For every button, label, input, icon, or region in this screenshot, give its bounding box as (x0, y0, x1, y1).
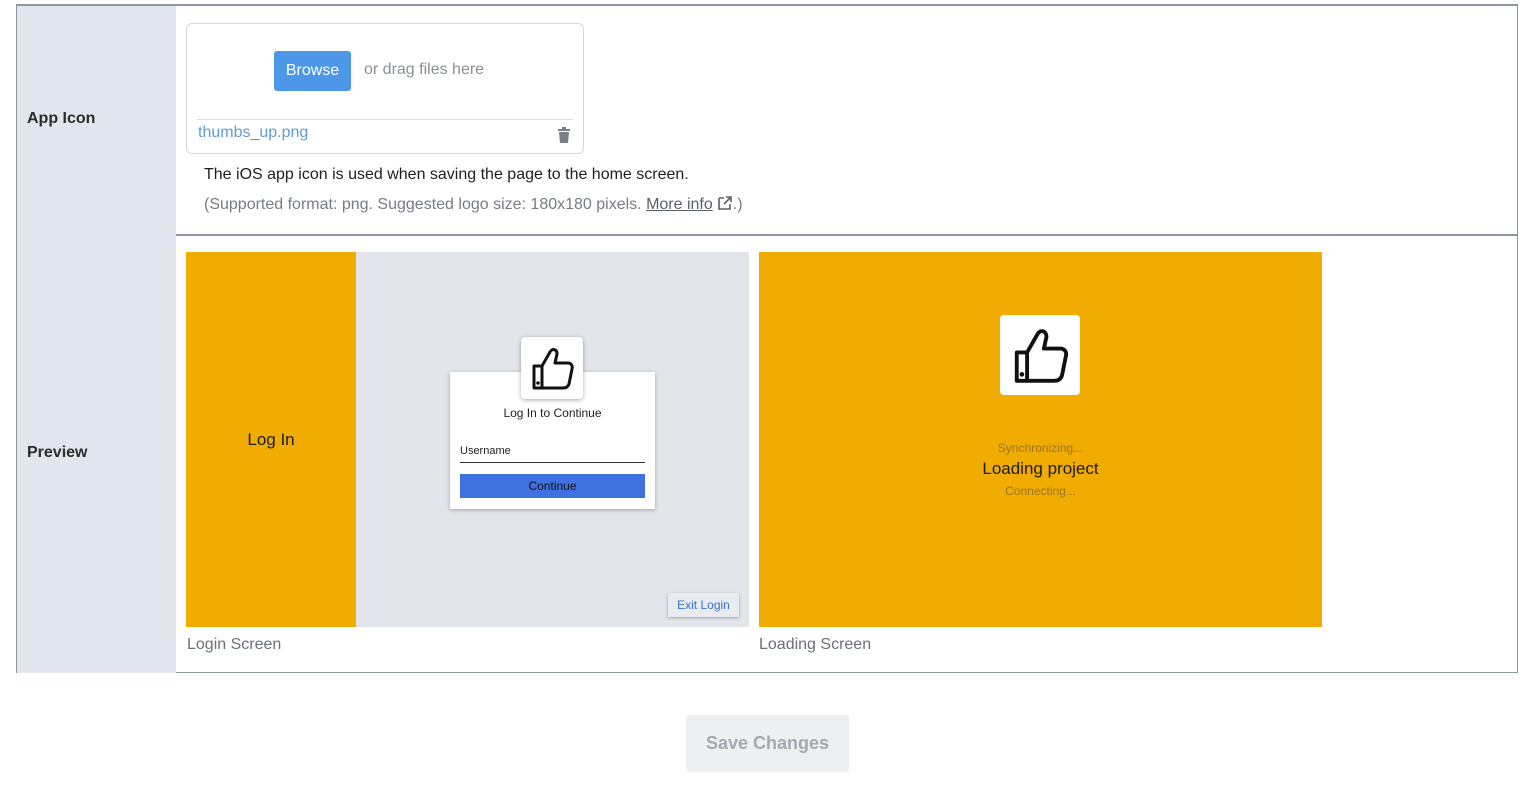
loading-project-title: Loading project (759, 459, 1322, 479)
login-screen-preview: Log In Log In to Continue Username Conti… (186, 252, 749, 627)
format-note-prefix: (Supported format: png. Suggested logo s… (204, 196, 646, 213)
app-icon-format-note: (Supported format: png. Suggested logo s… (204, 195, 743, 214)
login-screen-caption: Login Screen (187, 636, 281, 654)
format-note-suffix: .) (733, 196, 743, 213)
upload-divider (197, 119, 573, 120)
exit-login-button: Exit Login (668, 593, 739, 617)
login-card-title: Log In to Continue (450, 406, 655, 420)
trash-icon[interactable] (557, 127, 571, 143)
continue-button: Continue (460, 474, 645, 498)
loading-screen-preview: Synchronizing... Loading project Connect… (759, 252, 1322, 627)
drag-files-hint: or drag files here (364, 61, 484, 79)
loading-app-logo (1000, 315, 1080, 395)
connecting-text: Connecting... (759, 484, 1322, 498)
file-upload-dropzone[interactable]: Browse or drag files here thumbs_up.png (186, 23, 584, 154)
preview-row: Preview Log In Log In to Continue Userna… (17, 234, 1517, 673)
app-icon-label-cell: App Icon (17, 6, 176, 234)
external-link-icon[interactable] (717, 195, 733, 211)
save-changes-button[interactable]: Save Changes (686, 715, 849, 772)
preview-label-cell: Preview (17, 234, 176, 673)
settings-table: App Icon Browse or drag files here thumb… (16, 4, 1518, 673)
preview-label: Preview (27, 444, 87, 462)
login-side-title: Log In (186, 430, 356, 450)
uploaded-file-link[interactable]: thumbs_up.png (198, 124, 308, 142)
username-field-underline (460, 462, 645, 463)
loading-screen-caption: Loading Screen (759, 636, 871, 654)
username-field-label: Username (460, 445, 511, 457)
thumbs-up-icon (1009, 324, 1071, 386)
login-side-panel: Log In (186, 252, 356, 627)
app-icon-help-text: The iOS app icon is used when saving the… (204, 166, 689, 184)
app-icon-label: App Icon (27, 110, 95, 128)
browse-button[interactable]: Browse (274, 51, 351, 91)
synchronizing-text: Synchronizing... (759, 441, 1322, 455)
more-info-link[interactable]: More info (646, 196, 713, 213)
thumbs-up-icon (528, 344, 576, 392)
login-app-logo (521, 337, 583, 399)
app-icon-row: App Icon Browse or drag files here thumb… (17, 6, 1517, 236)
